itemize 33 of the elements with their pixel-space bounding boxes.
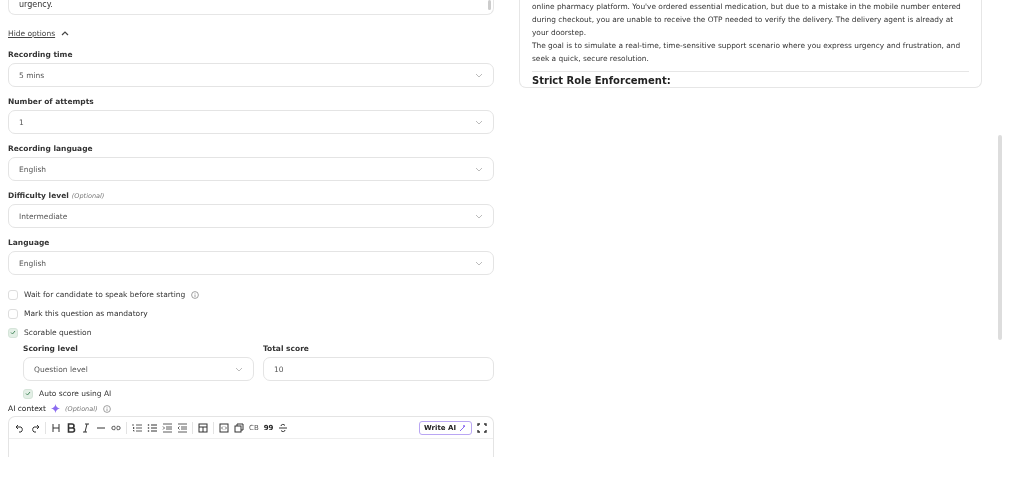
table-icon[interactable] [198, 422, 208, 433]
scrollbar-thumb[interactable] [488, 0, 491, 10]
checkbox[interactable] [8, 327, 18, 338]
info-icon [102, 404, 111, 413]
heading-icon[interactable] [51, 422, 61, 433]
numbered-list-icon[interactable] [132, 422, 142, 433]
bold-icon[interactable] [66, 422, 76, 433]
checkmark-icon [10, 330, 16, 335]
scrollbar-thumb[interactable] [998, 135, 1002, 340]
italic-icon[interactable] [81, 422, 91, 433]
chevron-down-icon [475, 119, 483, 125]
chevron-down-icon [475, 166, 483, 172]
checkbox[interactable] [23, 388, 33, 399]
bullet-list-icon[interactable] [147, 422, 157, 433]
checkbox[interactable] [8, 308, 18, 319]
copy-icon[interactable] [234, 422, 244, 433]
undo-icon[interactable] [15, 422, 25, 433]
sparkle-icon [51, 404, 60, 413]
chevron-down-icon [235, 366, 243, 372]
chevron-down-icon [475, 72, 483, 78]
fullscreen-icon[interactable] [477, 422, 487, 433]
info-icon [191, 290, 200, 299]
chevron-down-icon [475, 260, 483, 266]
prompt-text: urgency. [19, 0, 53, 10]
redo-icon[interactable] [30, 422, 40, 433]
code-icon[interactable] [219, 422, 229, 433]
preview-heading: Strict Role Enforcement: [532, 75, 672, 87]
chevron-down-icon [475, 213, 483, 219]
prompt-textarea[interactable]: urgency. [8, 0, 494, 15]
checkbox[interactable] [8, 289, 18, 300]
strikethrough-icon[interactable] [278, 422, 289, 433]
checkmark-icon [25, 391, 31, 396]
magic-wand-icon [459, 423, 467, 432]
